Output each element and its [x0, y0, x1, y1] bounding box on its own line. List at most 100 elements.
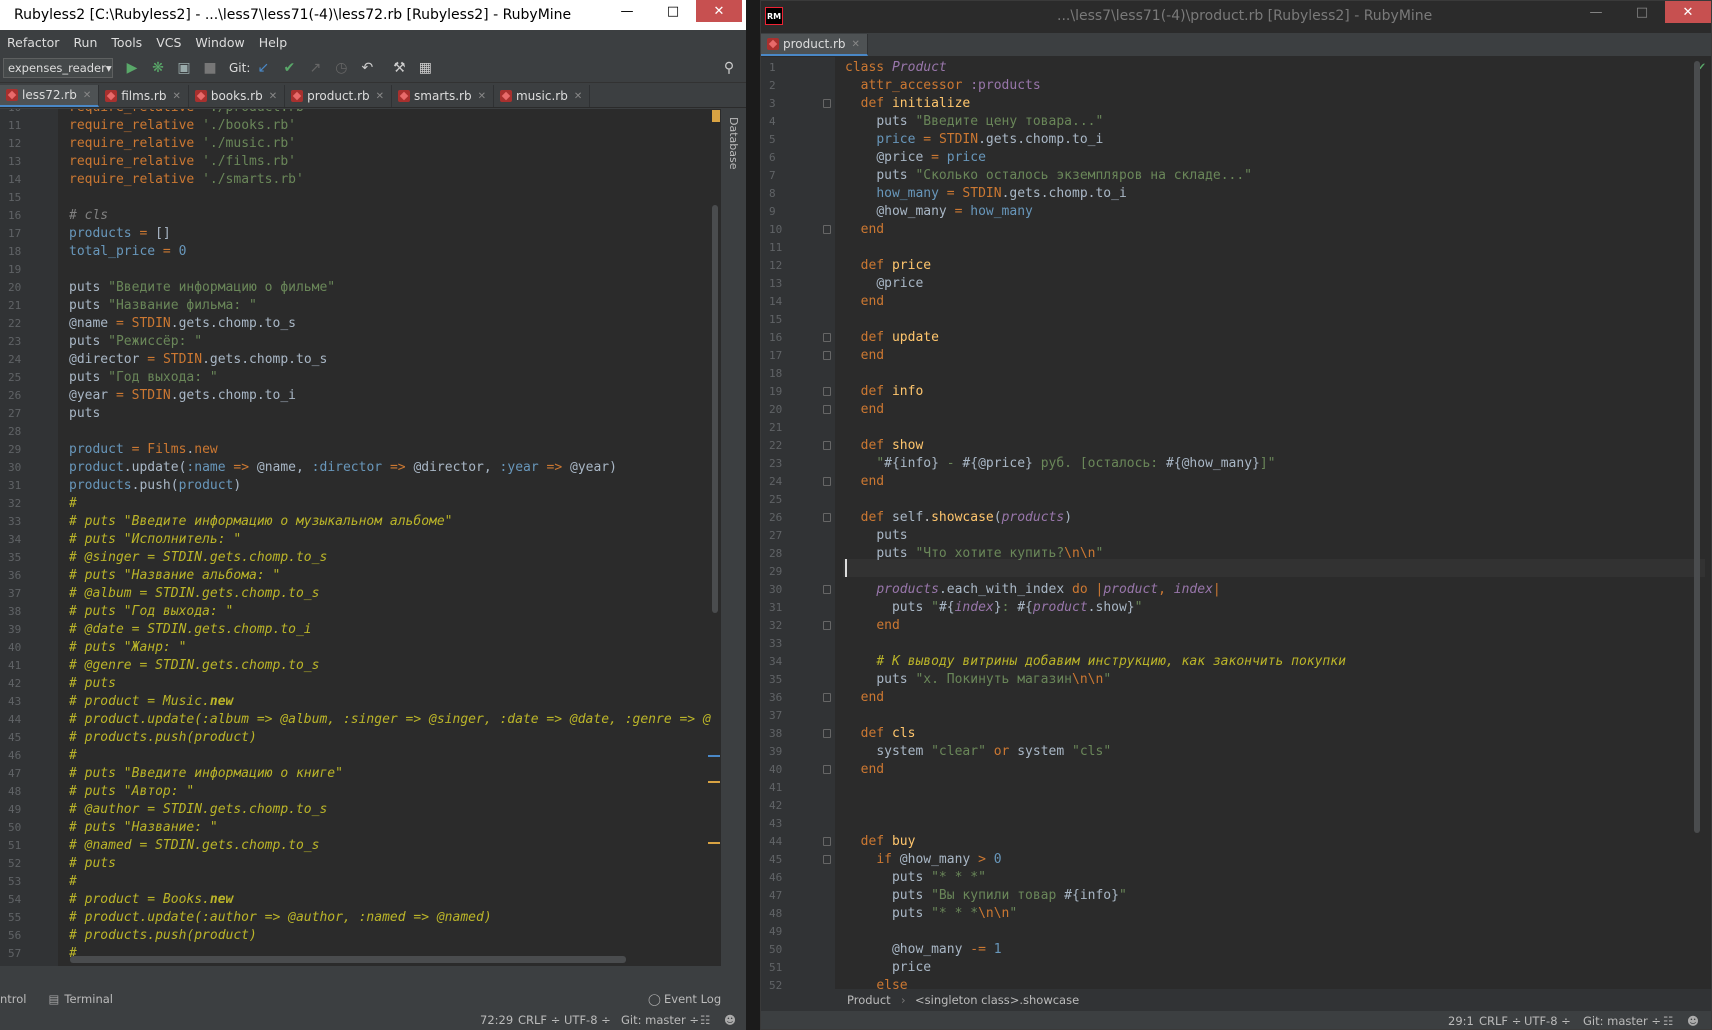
code-line[interactable]: # product.update(:author => @author, :na… — [69, 909, 492, 927]
code-line[interactable]: # puts "Название: " — [69, 819, 218, 837]
close-tab-icon[interactable]: ✕ — [852, 39, 860, 50]
code-line[interactable]: price — [845, 959, 931, 977]
code-line[interactable]: puts "Название фильма: " — [69, 297, 257, 315]
caret-position[interactable]: 72:29 — [480, 1013, 513, 1027]
settings-wrench-icon[interactable]: ⚒ — [386, 56, 412, 80]
code-line[interactable]: puts "Введите информацию о фильме" — [69, 279, 335, 297]
tab-product[interactable]: product.rb ✕ — [285, 85, 393, 107]
minimize-icon[interactable]: — — [604, 0, 650, 22]
code-line[interactable]: end — [845, 473, 884, 491]
code-line[interactable]: puts — [69, 405, 100, 423]
tool-control[interactable]: ntrol — [0, 992, 27, 1006]
fold-marker-icon[interactable] — [823, 621, 831, 630]
code-line[interactable]: # products.push(product) — [69, 927, 257, 945]
fold-marker-icon[interactable] — [823, 387, 831, 396]
code-line[interactable]: @price = price — [845, 149, 986, 167]
fold-marker-icon[interactable] — [823, 333, 831, 342]
maximize-icon[interactable]: □ — [650, 0, 696, 22]
menu-vcs[interactable]: VCS — [156, 35, 181, 50]
code-line[interactable]: def price — [845, 257, 931, 275]
code-line[interactable]: # puts "Год выхода: " — [69, 603, 233, 621]
code-line[interactable]: puts "* * *\n\n" — [845, 905, 1017, 923]
code-line[interactable]: def cls — [845, 725, 916, 743]
breadcrumb-class[interactable]: Product — [847, 993, 891, 1007]
code-line[interactable]: attr_accessor :products — [845, 77, 1041, 95]
code-line[interactable]: def update — [845, 329, 939, 347]
vertical-scrollbar[interactable] — [712, 205, 718, 613]
minimize-icon[interactable]: — — [1573, 1, 1619, 23]
revert-icon[interactable]: ↶ — [354, 56, 380, 80]
vcs-compare-icon[interactable]: ↗ — [302, 56, 328, 80]
tab-product-rb[interactable]: product.rb ✕ — [761, 34, 868, 56]
code-line[interactable]: def info — [845, 383, 924, 401]
code-line[interactable]: # @genre = STDIN.gets.chomp.to_s — [69, 657, 319, 675]
code-line[interactable]: end — [845, 689, 884, 707]
code-line[interactable]: puts "Год выхода: " — [69, 369, 218, 387]
fold-marker-icon[interactable] — [823, 225, 831, 234]
vertical-scrollbar[interactable] — [1694, 61, 1700, 833]
code-line[interactable]: @year = STDIN.gets.chomp.to_i — [69, 387, 296, 405]
tab-smarts[interactable]: smarts.rb ✕ — [392, 85, 494, 107]
stop-icon[interactable]: ■ — [197, 56, 223, 80]
code-line[interactable]: # @author = STDIN.gets.chomp.to_s — [69, 801, 327, 819]
code-line[interactable]: @name = STDIN.gets.chomp.to_s — [69, 315, 296, 333]
run-icon[interactable]: ▶ — [119, 56, 145, 80]
code-line[interactable]: system "clear" or system "cls" — [845, 743, 1111, 761]
line-separator[interactable]: CRLF ÷ — [518, 1013, 560, 1027]
run-config-select[interactable]: expenses_reader ▾ — [3, 58, 113, 78]
code-line[interactable]: products.each_with_index do |product, in… — [845, 581, 1220, 599]
close-tab-icon[interactable]: ✕ — [269, 91, 277, 102]
code-line[interactable]: # cls — [69, 207, 108, 225]
code-line[interactable]: puts "Режиссёр: " — [69, 333, 202, 351]
fold-marker-icon[interactable] — [823, 441, 831, 450]
maximize-icon[interactable]: □ — [1619, 1, 1665, 23]
code-line[interactable]: products.push(product) — [69, 477, 241, 495]
breadcrumb-method[interactable]: <singleton class>.showcase — [915, 993, 1079, 1007]
code-line[interactable]: # puts "Исполнитель: " — [69, 531, 241, 549]
right-code-editor[interactable]: 1 2 3 4 5 6 7 8 9 10 11 12 13 14 15 16 17 18 19 20 21 22 23 24 2… — [761, 57, 1711, 989]
code-line[interactable]: puts "Введите цену товара..." — [845, 113, 1103, 131]
fold-marker-icon[interactable] — [823, 729, 831, 738]
close-tab-icon[interactable]: ✕ — [574, 91, 582, 102]
file-encoding[interactable]: UTF-8 ÷ — [1524, 1014, 1571, 1028]
code-line[interactable]: # — [69, 747, 77, 765]
code-line[interactable]: end — [845, 401, 884, 419]
code-line[interactable]: # @date = STDIN.gets.chomp.to_i — [69, 621, 312, 639]
code-line[interactable]: @how_many -= 1 — [845, 941, 1002, 959]
close-tab-icon[interactable]: ✕ — [376, 91, 384, 102]
code-line[interactable]: def initialize — [845, 95, 971, 113]
project-structure-icon[interactable]: ▦ — [412, 56, 438, 80]
code-line[interactable]: else — [845, 977, 907, 989]
vcs-commit-icon[interactable]: ✔ — [276, 56, 302, 80]
menu-tools[interactable]: Tools — [111, 35, 142, 50]
code-line[interactable]: def buy — [845, 833, 916, 851]
code-line[interactable]: puts "Вы купили товар #{info}" — [845, 887, 1127, 905]
code-line[interactable]: product = Films.new — [69, 441, 218, 459]
code-line[interactable]: require_relative './music.rb' — [69, 135, 296, 153]
lock-icon[interactable]: ☷ — [1663, 1014, 1673, 1028]
code-line[interactable]: total_price = 0 — [69, 243, 186, 261]
database-panel-tab[interactable]: Database — [727, 117, 740, 170]
fold-marker-icon[interactable] — [823, 837, 831, 846]
tab-less72[interactable]: less72.rb ✕ — [0, 85, 100, 107]
code-line[interactable]: # — [69, 495, 77, 513]
fold-marker-icon[interactable] — [823, 351, 831, 360]
code-line[interactable]: # @singer = STDIN.gets.chomp.to_s — [69, 549, 327, 567]
tab-books[interactable]: books.rb ✕ — [189, 85, 286, 107]
git-branch[interactable]: Git: master ÷ — [621, 1013, 699, 1027]
debug-icon[interactable]: ❋ — [145, 56, 171, 80]
code-line[interactable]: class Product — [845, 59, 947, 77]
file-encoding[interactable]: UTF-8 ÷ — [564, 1013, 611, 1027]
code-line[interactable]: # product = Music.new — [69, 693, 233, 711]
code-line[interactable]: how_many = STDIN.gets.chomp.to_i — [845, 185, 1126, 203]
close-tab-icon[interactable]: ✕ — [478, 91, 486, 102]
code-line[interactable]: # puts "Название альбома: " — [69, 567, 280, 585]
code-line[interactable]: price = STDIN.gets.chomp.to_i — [845, 131, 1103, 149]
fold-marker-icon[interactable] — [823, 405, 831, 414]
git-branch[interactable]: Git: master ÷ — [1583, 1014, 1661, 1028]
code-line[interactable]: # product = Books.new — [69, 891, 233, 909]
vcs-update-icon[interactable]: ↙ — [250, 56, 276, 80]
left-code-editor[interactable]: 10 11 12 13 14 15 16 17 18 19 20 21 22 23 24 25 26 27 28 29… — [0, 109, 720, 966]
tab-music[interactable]: music.rb ✕ — [494, 85, 591, 107]
fold-marker-icon[interactable] — [823, 585, 831, 594]
